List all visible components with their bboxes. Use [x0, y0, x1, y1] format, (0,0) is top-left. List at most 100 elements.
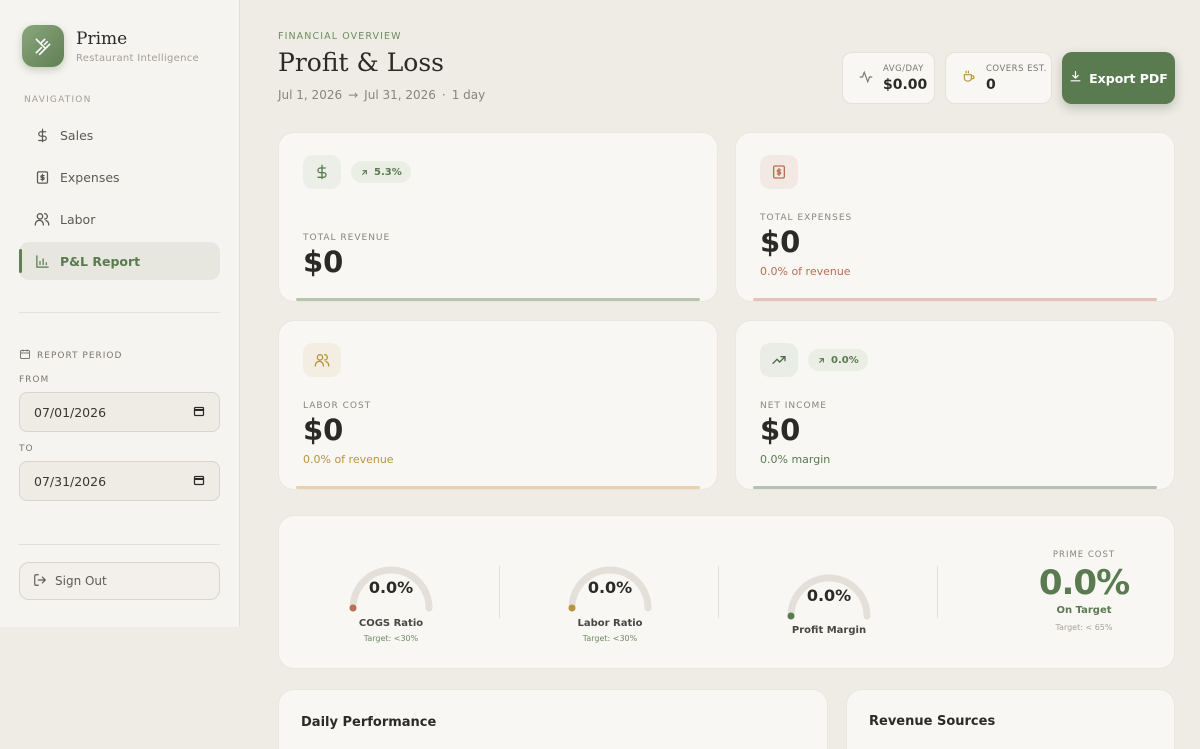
cogs-ratio-gauge: 0.0% COGS Ratio Target: <30%	[301, 556, 481, 656]
coffee-cup-icon	[962, 69, 976, 88]
cogs-ratio-name: COGS Ratio	[358, 618, 424, 629]
sidebar-item-expenses[interactable]: Expenses	[19, 158, 220, 196]
gauge-indicator	[349, 604, 357, 612]
divider	[19, 544, 220, 545]
export-pdf-label: Export PDF	[1089, 70, 1168, 86]
divider	[19, 312, 220, 313]
profit-margin-gauge: 0.0% Profit Margin	[739, 564, 919, 664]
daily-performance-card: Daily Performance	[278, 689, 828, 749]
net-margin: 0.0% margin	[760, 453, 831, 466]
calendar-icon	[19, 348, 31, 363]
revenue-sources-title: Revenue Sources	[869, 714, 996, 729]
receipt-icon	[34, 169, 50, 185]
prime-cost-value: 0.0%	[1038, 563, 1130, 603]
total-expenses-value: $0	[760, 225, 801, 259]
calendar-picker-icon[interactable]	[193, 405, 205, 420]
sidebar: Prime Restaurant Intelligence NAVIGATION…	[0, 0, 240, 627]
sidebar-item-pl-report[interactable]: P&L Report	[19, 242, 220, 280]
sign-out-label: Sign Out	[55, 574, 107, 588]
trending-up-icon	[760, 343, 798, 377]
range-arrow: →	[348, 88, 359, 102]
brand[interactable]: Prime Restaurant Intelligence	[22, 25, 199, 67]
profit-margin-name: Profit Margin	[791, 625, 867, 636]
report-period-text: REPORT PERIOD	[37, 350, 123, 361]
arrow-up-right-icon	[362, 169, 367, 175]
net-income-card: 0.0% NET INCOME $0 0.0% margin	[735, 320, 1175, 490]
covers-chip: COVERS EST. 0	[945, 52, 1052, 104]
net-income-value: $0	[760, 413, 801, 447]
divider	[499, 566, 500, 618]
revenue-accent-bar	[296, 298, 700, 301]
nav-label: NAVIGATION	[24, 95, 92, 105]
range-end: Jul 31, 2026	[364, 88, 436, 102]
page-title: Profit & Loss	[278, 48, 445, 77]
daily-performance-title: Daily Performance	[301, 715, 437, 730]
total-expenses-label: TOTAL EXPENSES	[760, 213, 853, 223]
total-revenue-label: TOTAL REVENUE	[303, 233, 391, 243]
sidebar-item-labor[interactable]: Labor	[19, 200, 220, 238]
total-revenue-value: $0	[303, 245, 344, 279]
total-expenses-card: TOTAL EXPENSES $0 0.0% of revenue	[735, 132, 1175, 302]
bar-chart-icon	[34, 253, 50, 269]
labor-ratio-target: Target: <30%	[582, 634, 638, 643]
sign-out-button[interactable]: Sign Out	[19, 562, 220, 600]
revenue-sources-card: Revenue Sources	[846, 689, 1175, 749]
dollar-icon	[303, 155, 341, 189]
arrow-up-right-icon	[819, 357, 824, 363]
labor-accent-bar	[296, 486, 700, 489]
labor-cost-card: LABOR COST $0 0.0% of revenue	[278, 320, 718, 490]
ratios-card: 0.0% COGS Ratio Target: <30% 0.0% Labor …	[278, 515, 1175, 669]
from-date-value: 07/01/2026	[34, 404, 107, 420]
prime-cost: PRIME COST 0.0% On Target Target: < 65%	[979, 550, 1174, 632]
report-period-label: REPORT PERIOD	[19, 348, 122, 363]
brand-logo	[22, 25, 64, 67]
brand-subtitle: Restaurant Intelligence	[76, 52, 200, 64]
covers-value: 0	[986, 76, 996, 93]
range-days: 1 day	[451, 88, 486, 102]
avg-per-day-chip: AVG/DAY $0.00	[842, 52, 935, 104]
labor-ratio-value: 0.0%	[587, 578, 633, 597]
avg-per-day-value: $0.00	[883, 76, 928, 93]
avg-per-day-label: AVG/DAY	[883, 63, 924, 74]
cogs-ratio-target: Target: <30%	[363, 634, 419, 643]
to-label: TO	[19, 444, 34, 454]
expenses-accent-bar	[753, 298, 1157, 301]
from-date-input[interactable]: 07/01/2026	[19, 392, 220, 432]
total-revenue-card: 5.3% TOTAL REVENUE $0	[278, 132, 718, 302]
prime-cost-label: PRIME COST	[1052, 550, 1116, 560]
divider	[937, 566, 938, 618]
net-income-accent-bar	[753, 486, 1157, 489]
to-date-value: 07/31/2026	[34, 473, 107, 489]
cogs-ratio-value: 0.0%	[368, 578, 414, 597]
net-income-label: NET INCOME	[760, 401, 827, 411]
from-label: FROM	[19, 375, 50, 385]
to-date-input[interactable]: 07/31/2026	[19, 461, 220, 501]
labor-ratio-name: Labor Ratio	[577, 618, 643, 629]
activity-icon	[859, 69, 873, 88]
brand-name: Prime	[76, 28, 128, 49]
range-start: Jul 1, 2026	[278, 88, 343, 102]
users-icon	[34, 211, 50, 227]
export-pdf-button[interactable]: Export PDF	[1062, 52, 1175, 104]
calendar-picker-icon[interactable]	[193, 474, 205, 489]
profit-margin-value: 0.0%	[806, 586, 852, 605]
labor-cost-label: LABOR COST	[303, 401, 372, 411]
covers-label: COVERS EST.	[986, 63, 1047, 74]
gauge-indicator	[787, 612, 795, 620]
receipt-icon	[760, 155, 798, 189]
prime-cost-status: On Target	[1056, 605, 1112, 616]
net-income-change-badge: 0.0%	[808, 349, 868, 371]
net-income-change-value: 0.0%	[831, 354, 859, 366]
labor-ratio: 0.0% of revenue	[303, 453, 394, 466]
sidebar-item-label: Expenses	[60, 169, 120, 185]
utensils-icon	[35, 38, 51, 56]
users-icon	[303, 343, 341, 377]
page-eyebrow: FINANCIAL OVERVIEW	[278, 31, 402, 42]
gauge-indicator	[568, 604, 576, 612]
sidebar-item-sales[interactable]: Sales	[19, 116, 220, 154]
sidebar-item-label: P&L Report	[60, 253, 141, 269]
logout-icon	[33, 573, 47, 590]
revenue-change-badge: 5.3%	[351, 161, 411, 183]
nav: Sales Expenses Labor P&L Report	[19, 116, 220, 284]
download-icon	[1069, 70, 1082, 86]
